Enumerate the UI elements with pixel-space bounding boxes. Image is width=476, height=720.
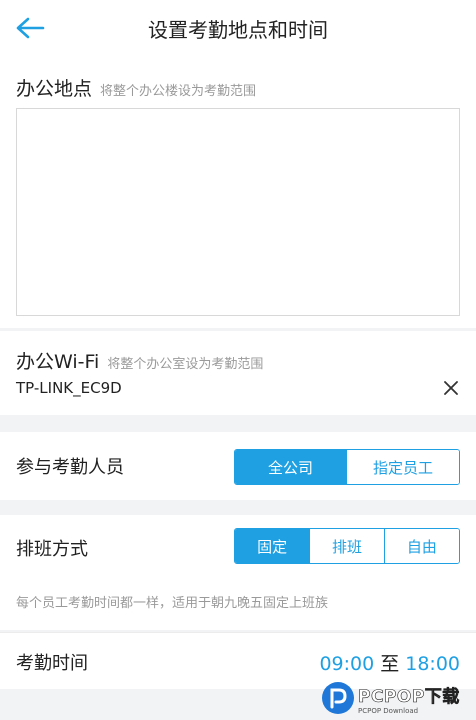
page-title: 设置考勤地点和时间: [148, 18, 328, 42]
schedule-section: 排班方式 固定 排班 自由 每个员工考勤时间都一样，适用于朝九晚五固定上班族: [0, 515, 476, 630]
schedule-description: 每个员工考勤时间都一样，适用于朝九晚五固定上班族: [16, 596, 329, 611]
start-time[interactable]: 09:00: [319, 653, 374, 675]
worktime-range: 09:00 至 18:00: [319, 649, 460, 676]
schedule-label: 排班方式: [16, 539, 88, 560]
remove-wifi-button[interactable]: [440, 377, 462, 399]
wifi-ssid: TP-LINK_EC9D: [16, 379, 122, 397]
watermark-main-text: PCPOP下载: [358, 686, 460, 707]
office-location-section: 办公地点 将整个办公楼设为考勤范围: [0, 58, 476, 328]
participants-label: 参与考勤人员: [16, 457, 124, 478]
watermark-logo-icon: [322, 682, 354, 714]
watermark-sub-text: PCPOP Download: [358, 706, 419, 715]
schedule-option-fixed[interactable]: 固定: [235, 529, 310, 563]
office-location-label: 办公地点: [16, 78, 93, 100]
schedule-segmented-control: 固定 排班 自由: [234, 528, 460, 564]
watermark: PCPOP下载 PCPOP Download: [322, 678, 472, 718]
time-separator: 至: [380, 653, 400, 675]
office-location-map[interactable]: [16, 108, 460, 316]
watermark-text: PCPOP下载 PCPOP Download: [358, 682, 460, 715]
schedule-option-free[interactable]: 自由: [383, 529, 459, 563]
office-location-hint: 将整个办公楼设为考勤范围: [100, 84, 257, 99]
office-wifi-title: 办公Wi-Fi 将整个办公室设为考勤范围: [16, 347, 263, 374]
office-wifi-label: 办公Wi-Fi: [16, 351, 100, 373]
participants-option-specified-staff[interactable]: 指定员工: [346, 450, 459, 484]
top-bar: 设置考勤地点和时间: [0, 0, 476, 58]
schedule-option-shift[interactable]: 排班: [309, 529, 384, 563]
participants-option-all-company[interactable]: 全公司: [235, 450, 346, 484]
participants-segmented-control: 全公司 指定员工: [234, 449, 460, 485]
close-icon: [444, 381, 458, 395]
end-time[interactable]: 18:00: [405, 653, 460, 675]
worktime-label: 考勤时间: [16, 653, 88, 674]
participants-section: 参与考勤人员 全公司 指定员工: [0, 432, 476, 500]
office-location-title: 办公地点 将整个办公楼设为考勤范围: [16, 74, 256, 101]
office-wifi-hint: 将整个办公室设为考勤范围: [107, 357, 264, 372]
office-wifi-section: 办公Wi-Fi 将整个办公室设为考勤范围 TP-LINK_EC9D: [0, 331, 476, 415]
